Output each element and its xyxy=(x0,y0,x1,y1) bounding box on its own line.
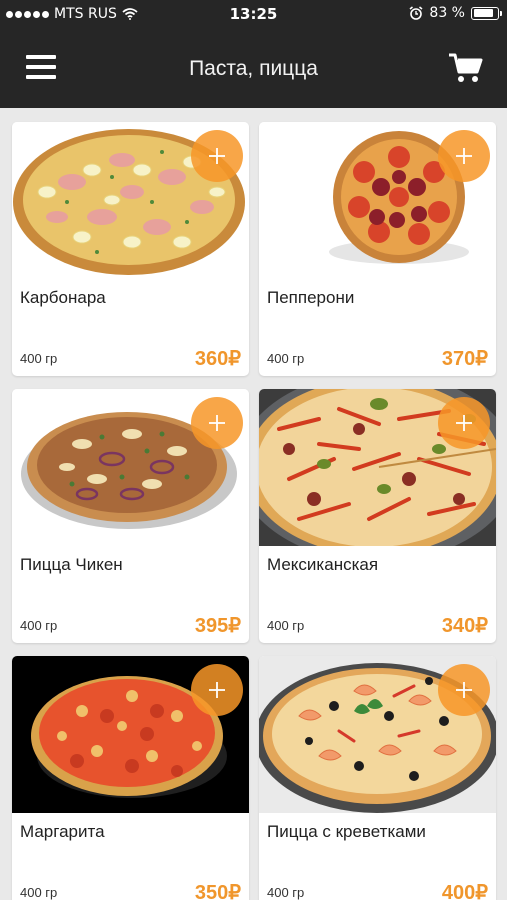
product-card[interactable]: Маргарита 400 гр 350₽ xyxy=(12,656,249,900)
product-price: 340₽ xyxy=(441,615,488,637)
product-weight: 400 гр xyxy=(267,618,305,633)
add-to-cart-button[interactable] xyxy=(191,130,243,182)
product-price: 360₽ xyxy=(194,348,241,370)
add-to-cart-button[interactable] xyxy=(438,664,490,716)
product-price: 395₽ xyxy=(194,615,241,637)
add-to-cart-button[interactable] xyxy=(191,397,243,449)
product-price: 350₽ xyxy=(194,882,241,900)
product-price: 370₽ xyxy=(441,348,488,370)
product-grid: Карбонара 400 гр 360₽ Пепперони 400 гр 3… xyxy=(12,122,497,900)
product-weight: 400 гр xyxy=(267,885,305,900)
add-to-cart-button[interactable] xyxy=(438,397,490,449)
product-name: Пицца с креветками xyxy=(267,822,426,841)
product-weight: 400 гр xyxy=(20,618,58,633)
add-to-cart-button[interactable] xyxy=(438,130,490,182)
product-card[interactable]: Карбонара 400 гр 360₽ xyxy=(12,122,249,376)
product-card[interactable]: Пицца Чикен 400 гр 395₽ xyxy=(12,389,249,643)
product-name: Пицца Чикен xyxy=(20,555,123,574)
add-to-cart-button[interactable] xyxy=(191,664,243,716)
product-name: Карбонара xyxy=(20,288,106,307)
product-name: Пепперони xyxy=(267,288,355,307)
product-price: 400₽ xyxy=(441,882,488,900)
status-bar: MTS RUS 13:25 83 % xyxy=(0,0,507,28)
nav-bar: Паста, пицца xyxy=(0,28,507,108)
battery-icon xyxy=(471,6,502,20)
status-right: 83 % xyxy=(409,5,502,21)
page-title: Паста, пицца xyxy=(189,57,318,80)
product-name: Маргарита xyxy=(20,822,105,841)
product-name: Мексиканская xyxy=(267,555,379,574)
alarm-icon xyxy=(409,6,423,20)
product-weight: 400 гр xyxy=(20,351,58,366)
product-card[interactable]: Мексиканская 400 гр 340₽ xyxy=(259,389,496,643)
cart-icon[interactable] xyxy=(449,52,483,84)
battery-percent: 83 % xyxy=(429,5,465,21)
product-weight: 400 гр xyxy=(20,885,58,900)
product-weight: 400 гр xyxy=(267,351,305,366)
product-card[interactable]: Пепперони 400 гр 370₽ xyxy=(259,122,496,376)
product-card[interactable]: Пицца с креветками 400 гр 400₽ xyxy=(259,656,496,900)
